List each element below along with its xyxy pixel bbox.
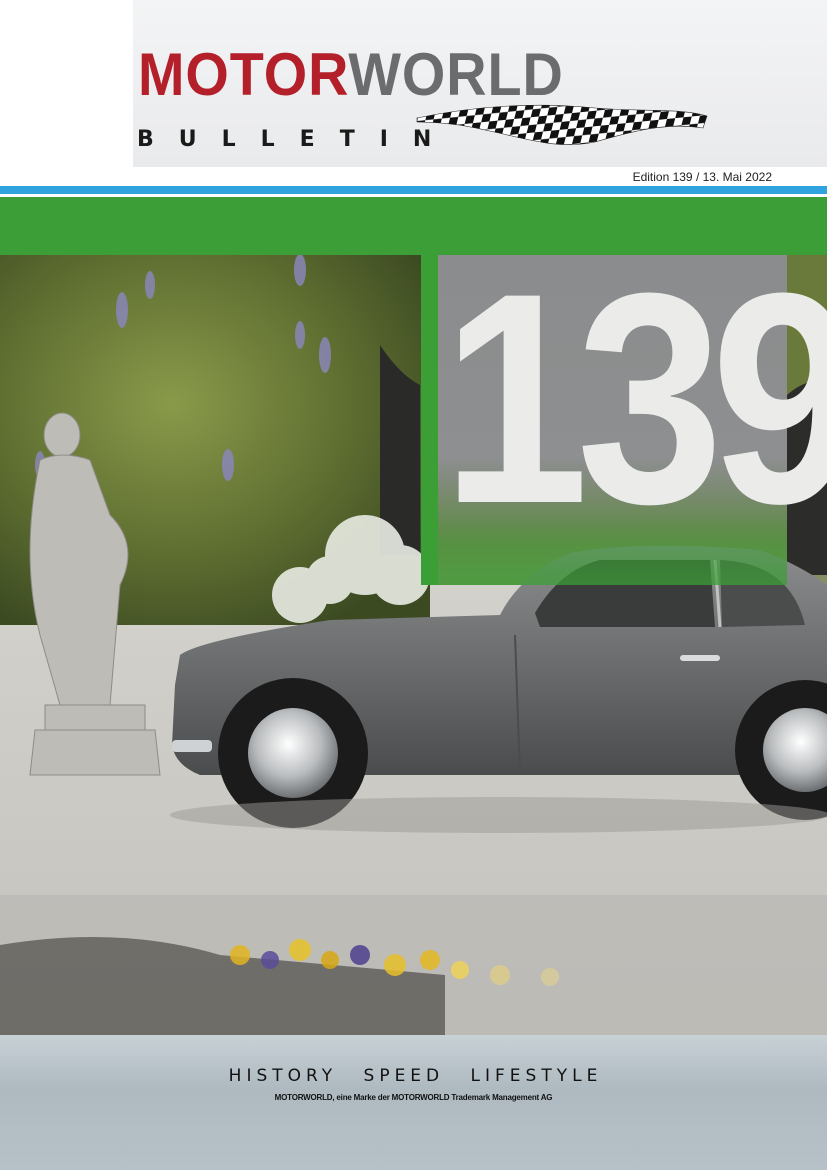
issue-number: 139 <box>442 230 827 566</box>
edition-label: Edition 139 / 13. Mai 2022 <box>632 170 772 184</box>
logo-motor-text: MOTOR <box>138 41 349 108</box>
footer-band <box>0 1035 827 1170</box>
trademark-notice: MOTORWORLD, eine Marke der MOTORWORLD Tr… <box>274 1093 553 1102</box>
motorworld-logo: MOTORWORLD <box>138 45 564 105</box>
tagline: HISTORY SPEED LIFESTYLE <box>0 1066 827 1086</box>
bulletin-title: BULLETIN <box>137 127 457 152</box>
blue-stripe <box>0 186 827 194</box>
tagline-text: HISTORY SPEED LIFESTYLE <box>228 1066 603 1086</box>
checkered-flag-icon <box>416 104 708 145</box>
